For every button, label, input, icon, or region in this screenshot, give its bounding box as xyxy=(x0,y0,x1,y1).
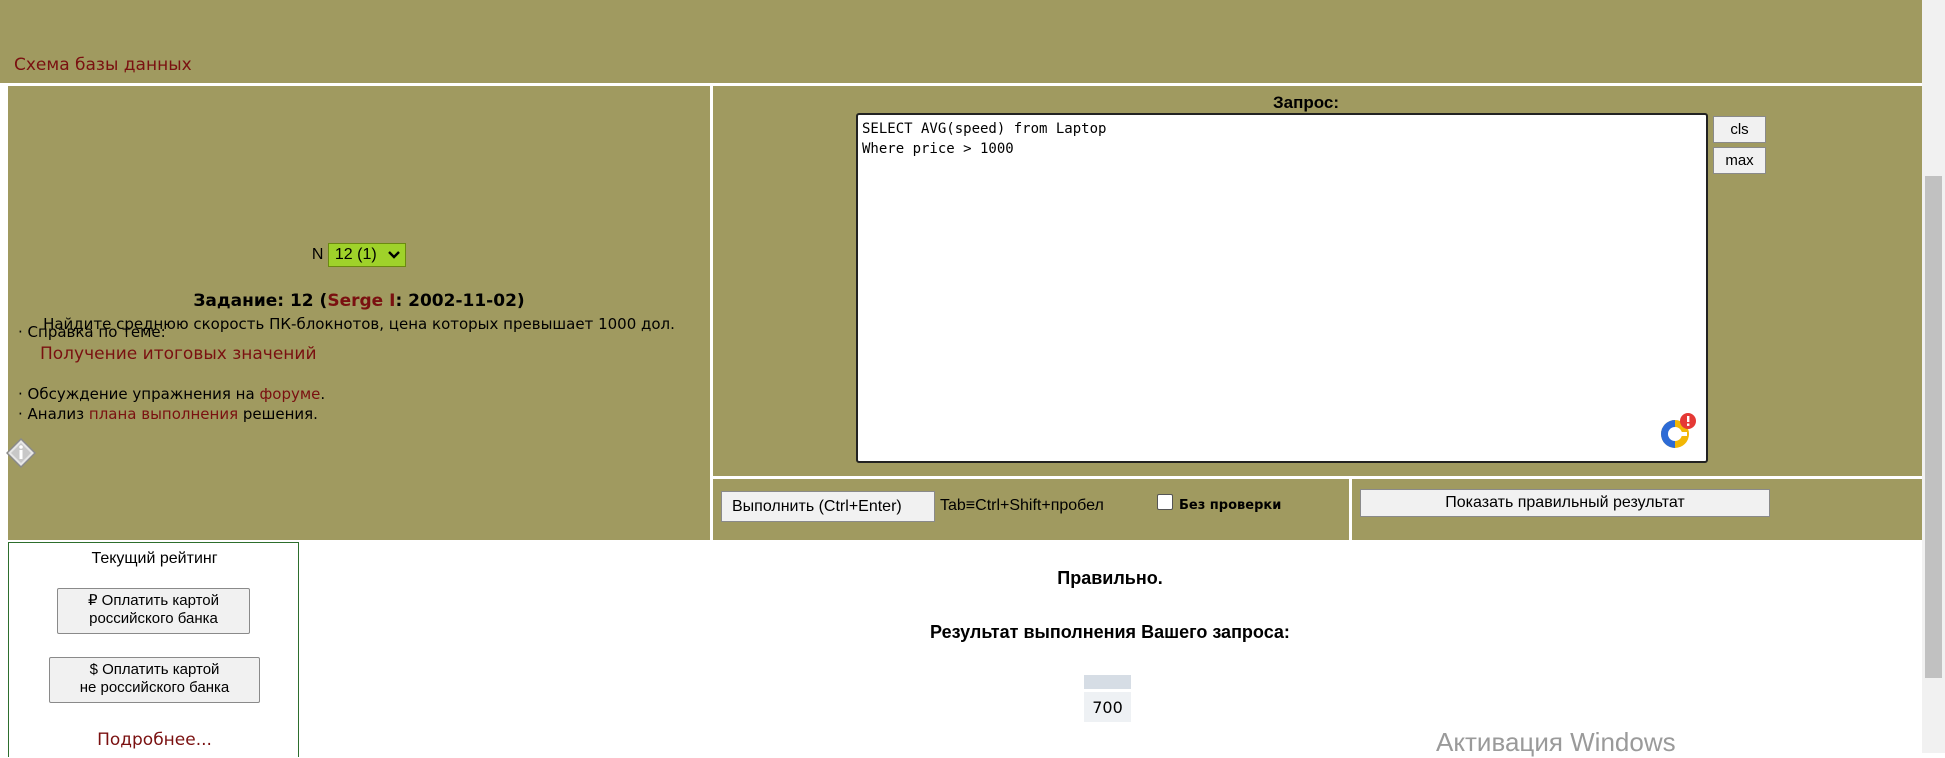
no-check-label: Без проверки xyxy=(1179,498,1282,513)
pay-foreign-line1: $ Оплатить картой xyxy=(89,661,220,678)
task-title-prefix: Задание: 12 ( xyxy=(193,291,328,311)
forum-link[interactable]: форуме xyxy=(259,385,320,403)
pay-foreign-line2: не российского банка xyxy=(79,679,230,696)
help-topic-link[interactable]: Получение итоговых значений xyxy=(40,344,317,364)
windows-activation-watermark: Активация Windows xyxy=(1436,727,1676,757)
pay-russian-line1: ₽ Оплатить картой xyxy=(87,592,220,609)
help-prefix: · Справка по теме: xyxy=(18,323,166,341)
task-panel: N 12 (1) Задание: 12 (Serge I: 2002-11-0… xyxy=(8,86,710,540)
plan-prefix: · Анализ xyxy=(18,405,89,423)
task-title-suffix: : 2002-11-02) xyxy=(395,291,525,311)
info-icon[interactable] xyxy=(6,438,36,468)
pay-foreign-card-button[interactable]: $ Оплатить картой не российского банка xyxy=(49,657,260,703)
pay-russian-card-button[interactable]: ₽ Оплатить картой российского банка xyxy=(57,588,250,634)
task-number-value: 12 (1) xyxy=(334,246,377,263)
task-number-select[interactable]: 12 (1) xyxy=(327,243,407,267)
task-number-label: N xyxy=(311,246,324,264)
clear-button[interactable]: cls xyxy=(1713,116,1766,143)
result-table: 700 xyxy=(1084,675,1131,722)
result-column-header xyxy=(1084,675,1131,689)
no-check-checkbox[interactable] xyxy=(1157,494,1173,510)
query-label: Запрос: xyxy=(1273,93,1340,112)
task-title: Задание: 12 (Serge I: 2002-11-02) xyxy=(8,291,710,311)
result-status: Правильно. xyxy=(1057,568,1163,588)
forum-prefix: · Обсуждение упражнения на xyxy=(18,385,260,403)
task-number-row: N 12 (1) xyxy=(8,243,710,267)
rating-box: Текущий рейтинг ₽ Оплатить картой россий… xyxy=(8,542,299,757)
show-result-row: Показать правильный результат xyxy=(1352,479,1922,540)
forum-line: · Обсуждение упражнения на форуме. xyxy=(18,385,325,403)
grammar-extension-icon[interactable] xyxy=(1658,412,1698,452)
result-cell: 700 xyxy=(1084,692,1131,722)
tab-hint: Tab≡Ctrl+Shift+пробел xyxy=(940,497,1104,514)
chevron-down-icon xyxy=(388,250,400,259)
plan-suffix: решения. xyxy=(238,405,318,423)
pay-russian-line2: российского банка xyxy=(89,610,218,627)
plan-line: · Анализ плана выполнения решения. xyxy=(18,405,318,423)
task-author: Serge I xyxy=(327,291,396,311)
maximize-button[interactable]: max xyxy=(1713,147,1766,174)
query-editor[interactable]: SELECT AVG(speed) from Laptop Where pric… xyxy=(856,113,1708,463)
top-bar: Схема базы данных xyxy=(0,0,1922,83)
help-topic-link-wrap: Получение итоговых значений xyxy=(40,344,317,364)
forum-suffix: . xyxy=(320,385,326,403)
more-link[interactable]: Подробнее... xyxy=(9,730,300,750)
execute-row: Выполнить (Ctrl+Enter) Tab≡Ctrl+Shift+пр… xyxy=(713,479,1349,540)
rating-title: Текущий рейтинг xyxy=(91,550,218,567)
schema-link[interactable]: Схема базы данных xyxy=(14,55,192,75)
plan-link[interactable]: плана выполнения xyxy=(89,405,238,423)
query-panel: Запрос: SELECT AVG(speed) from Laptop Wh… xyxy=(713,86,1922,476)
execute-button[interactable]: Выполнить (Ctrl+Enter) xyxy=(721,491,935,522)
result-title: Результат выполнения Вашего запроса: xyxy=(930,622,1290,642)
scrollbar-thumb[interactable] xyxy=(1925,176,1942,678)
cut-off-text-row xyxy=(0,0,1922,8)
show-correct-result-button[interactable]: Показать правильный результат xyxy=(1360,489,1770,517)
